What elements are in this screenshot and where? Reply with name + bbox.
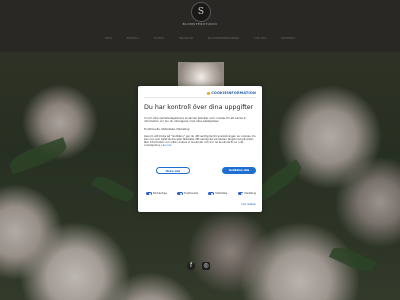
consent-category-toggles: Nödvändiga Funktionella Statistiska Mark… bbox=[146, 192, 256, 195]
toggle-switch[interactable] bbox=[177, 192, 183, 195]
facebook-icon[interactable]: f bbox=[187, 262, 195, 270]
toggle-switch[interactable] bbox=[237, 192, 244, 195]
toggle-functional[interactable]: Funktionella bbox=[177, 192, 198, 195]
main-navigation: HEM BESTÄLL EVENT BRÖLLOP BLOMSTERBINDNI… bbox=[105, 36, 295, 40]
toggle-label: Nödvändiga bbox=[153, 192, 167, 195]
page: S BLOMSTERSTUDIO HEM BESTÄLL EVENT BRÖLL… bbox=[0, 0, 400, 300]
logo-text: BLOMSTERSTUDIO bbox=[182, 22, 218, 26]
show-details-link[interactable]: Visa detaljer bbox=[241, 203, 256, 206]
toggle-statistics[interactable]: Statistiska bbox=[208, 192, 227, 195]
cookieinformation-logo: COOKIEINFORMATION bbox=[207, 91, 256, 95]
brand-text: COOKIEINFORMATION bbox=[211, 91, 256, 95]
toggle-label: Funktionella bbox=[184, 192, 198, 195]
nav-item-contact[interactable]: KONTAKT bbox=[281, 36, 295, 40]
toggle-switch[interactable] bbox=[146, 192, 152, 195]
consent-intro-text: Vi och våra samarbetspartners använder t… bbox=[144, 117, 247, 124]
social-links: f ◎ bbox=[187, 262, 210, 270]
consent-title: Du har kontroll över dina uppgifter bbox=[144, 104, 254, 111]
divider bbox=[144, 97, 256, 98]
nav-item-wedding[interactable]: BRÖLLOP bbox=[179, 36, 193, 40]
nav-item-event[interactable]: EVENT bbox=[154, 36, 164, 40]
cookie-brand-icon bbox=[207, 91, 211, 95]
cookie-consent-dialog: COOKIEINFORMATION Du har kontroll över d… bbox=[138, 86, 262, 212]
instagram-icon[interactable]: ◎ bbox=[202, 262, 210, 270]
consent-details-text: Genom att klicka på "Godkänn" ger du dit… bbox=[144, 135, 256, 159]
consent-purposes-text: Funktionella, Statistiska, Marketing bbox=[144, 128, 190, 131]
nav-item-floristry[interactable]: BLOMSTERBINDNING bbox=[208, 36, 239, 40]
toggle-label: Marketing bbox=[244, 192, 256, 195]
site-logo[interactable]: S bbox=[191, 2, 211, 22]
accept-all-button[interactable]: Godkänn alla bbox=[222, 167, 256, 174]
toggle-necessary[interactable]: Nödvändiga bbox=[146, 192, 167, 195]
toggle-label: Statistiska bbox=[215, 192, 228, 195]
logo-letter: S bbox=[197, 7, 205, 17]
reject-all-button[interactable]: Neka alla bbox=[156, 167, 190, 174]
nav-item-about[interactable]: OM OSS bbox=[254, 36, 266, 40]
cookie-policy-link[interactable]: Läs mer bbox=[161, 144, 171, 147]
site-header: S BLOMSTERSTUDIO HEM BESTÄLL EVENT BRÖLL… bbox=[0, 0, 400, 52]
toggle-marketing[interactable]: Marketing bbox=[237, 192, 256, 195]
nav-item-order[interactable]: BESTÄLL bbox=[127, 36, 140, 40]
toggle-switch[interactable] bbox=[208, 192, 214, 195]
nav-item-home[interactable]: HEM bbox=[105, 36, 112, 40]
